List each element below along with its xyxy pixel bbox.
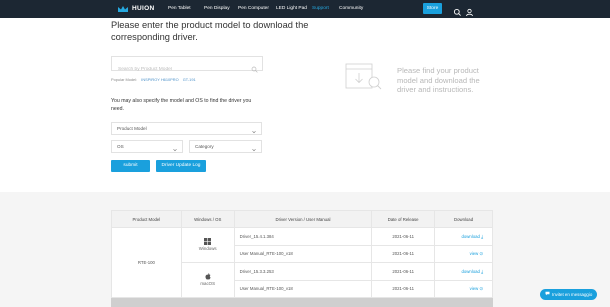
release-date-cell: 2021-06-11	[371, 262, 436, 281]
nav-item-led-light-pad[interactable]: LED Light Pad	[276, 5, 307, 13]
huion-logo[interactable]: HUION	[117, 4, 154, 14]
model-search-box[interactable]	[111, 56, 263, 76]
release-date-cell: 2021-06-11	[371, 279, 436, 298]
popular-model-link[interactable]: GT-191	[183, 77, 196, 82]
nav-item-pen-computer[interactable]: Pen Computer	[238, 5, 269, 13]
driver-update-log-button[interactable]: Driver Update Log	[156, 160, 206, 172]
next-table-header	[111, 298, 493, 307]
category-select-value: Category	[195, 144, 214, 149]
side-prompt: Please find your product model and downl…	[397, 66, 480, 95]
view-link[interactable]: view ⊙	[434, 244, 493, 263]
table-header: Product Model	[111, 210, 182, 228]
chat-button[interactable]: Invitet en messaggio	[540, 289, 597, 300]
search-icon[interactable]	[251, 60, 258, 73]
chat-icon	[545, 289, 550, 300]
windows-os-cell: Windows	[180, 227, 235, 263]
specify-text: You may also specify the model and OS to…	[111, 98, 252, 112]
product-model-select[interactable]: Product Model	[111, 122, 262, 135]
popular-model-link[interactable]: INSPIROY H610PRO	[141, 77, 178, 82]
nav-item-pen-tablet[interactable]: Pen Tablet	[168, 5, 191, 13]
os-select-value: OS	[117, 144, 124, 149]
table-row: RTE-100 Windows Driver_15.4.1.384 2021-0…	[111, 227, 493, 298]
download-illustration-icon	[343, 58, 387, 94]
nav-item-community[interactable]: Community	[339, 5, 363, 13]
driver-name-cell: Driver_15.3.3.253	[233, 262, 373, 281]
top-nav: HUION Pen Tablet Pen Display Pen Compute…	[0, 0, 610, 18]
product-model-select-value: Product Model	[117, 126, 147, 131]
store-button[interactable]: Store	[423, 3, 442, 14]
windows-icon	[204, 238, 212, 245]
download-link[interactable]: download ⤓	[434, 262, 493, 281]
table-header: Download	[434, 210, 493, 228]
category-select[interactable]: Category	[189, 140, 262, 153]
popular-models: Popular Model: INSPIROY H610PRO GT-191	[111, 77, 196, 82]
brand-name: HUION	[132, 5, 155, 12]
driver-name-cell: User Manual_RTE-100_v18	[233, 244, 373, 263]
driver-name-cell: Driver_15.4.1.384	[233, 227, 373, 246]
chevron-down-icon	[252, 145, 256, 152]
driver-name-cell: User Manual_RTE-100_v18	[233, 279, 373, 298]
windows-label: Windows	[198, 246, 217, 251]
nav-item-support[interactable]: Support	[312, 5, 329, 13]
apple-icon	[205, 273, 211, 280]
product-model-cell: RTE-100	[111, 227, 182, 298]
os-select[interactable]: OS	[111, 140, 183, 153]
table-header: Windows / OS	[180, 210, 235, 228]
table-header-row: Product Model Windows / OS Driver Versio…	[111, 210, 493, 228]
release-date-cell: 2021-06-11	[371, 244, 436, 263]
user-icon[interactable]	[465, 4, 474, 17]
chat-label: Invitet en messaggio	[552, 292, 593, 297]
download-link[interactable]: download ⤓	[434, 227, 493, 246]
driver-table: Product Model Windows / OS Driver Versio…	[111, 210, 493, 298]
view-link[interactable]: view ⊙	[434, 279, 493, 298]
nav-item-pen-display[interactable]: Pen Display	[204, 5, 230, 13]
release-date-cell: 2021-06-11	[371, 227, 436, 246]
chevron-down-icon	[173, 145, 177, 152]
macos-cell: macOS	[180, 262, 235, 298]
table-header: Driver Version / User Manual	[233, 210, 373, 228]
search-icon[interactable]	[453, 4, 462, 16]
crown-logo-icon	[117, 5, 129, 13]
model-search-input[interactable]	[112, 63, 242, 76]
page-heading: Please enter the product model to downlo…	[111, 20, 309, 42]
macos-label: macOS	[200, 281, 216, 286]
submit-button[interactable]: submit	[111, 160, 150, 172]
chevron-down-icon	[252, 127, 256, 134]
popular-label: Popular Model:	[111, 77, 138, 82]
table-header: Date of Release	[371, 210, 436, 228]
